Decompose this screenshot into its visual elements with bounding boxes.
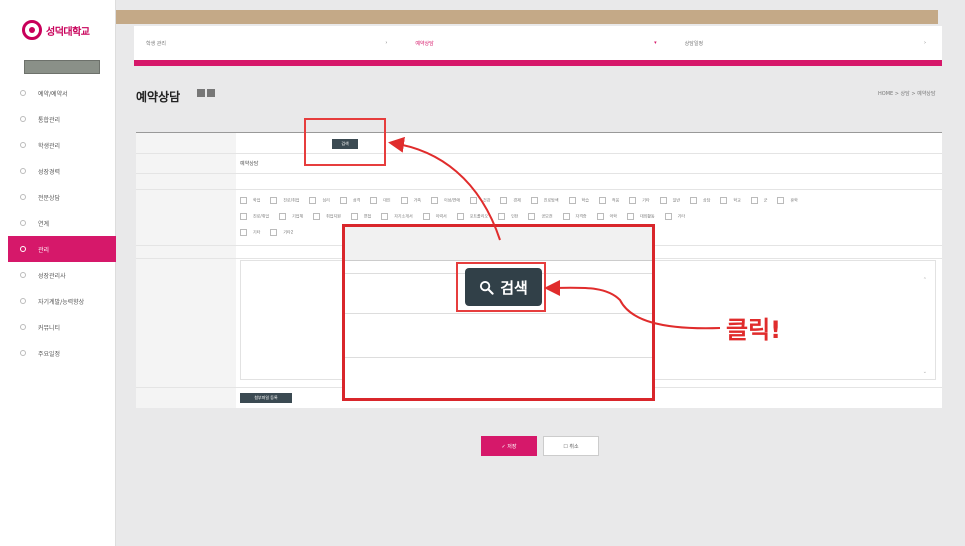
arrow-to-small-button <box>388 136 501 241</box>
annotation-arrows <box>388 136 721 330</box>
arrow-to-zoom-button <box>544 279 721 330</box>
